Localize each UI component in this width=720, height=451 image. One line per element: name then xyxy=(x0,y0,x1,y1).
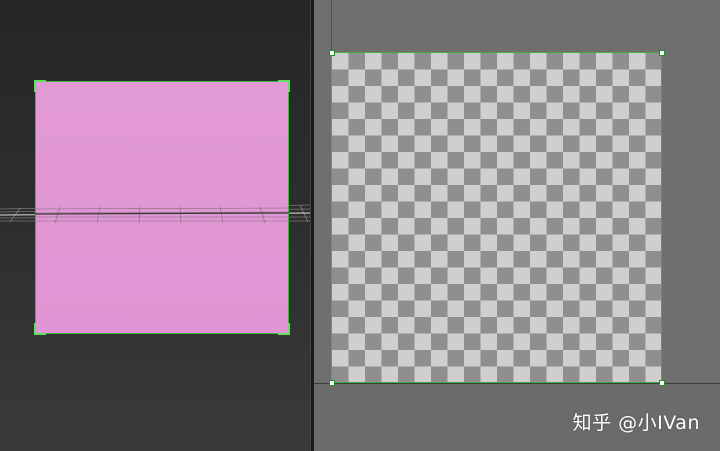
uv-checker-texture[interactable] xyxy=(331,52,662,383)
screen: 知乎 @小IVan xyxy=(0,0,720,451)
selection-corner-tr xyxy=(278,80,290,92)
selection-corner-tl xyxy=(34,80,46,92)
selection-corner-br xyxy=(278,323,290,335)
watermark-text: 知乎 @小IVan xyxy=(572,412,700,434)
selection-corner-bl xyxy=(34,323,46,335)
uv-vertex-bottom-right[interactable] xyxy=(659,380,665,386)
uv-vertex-top-right[interactable] xyxy=(659,50,665,56)
ground-grid-front xyxy=(35,206,289,224)
3d-viewport[interactable] xyxy=(0,0,310,451)
uv-vertex-bottom-left[interactable] xyxy=(329,380,335,386)
uv-vertex-top-left[interactable] xyxy=(329,50,335,56)
